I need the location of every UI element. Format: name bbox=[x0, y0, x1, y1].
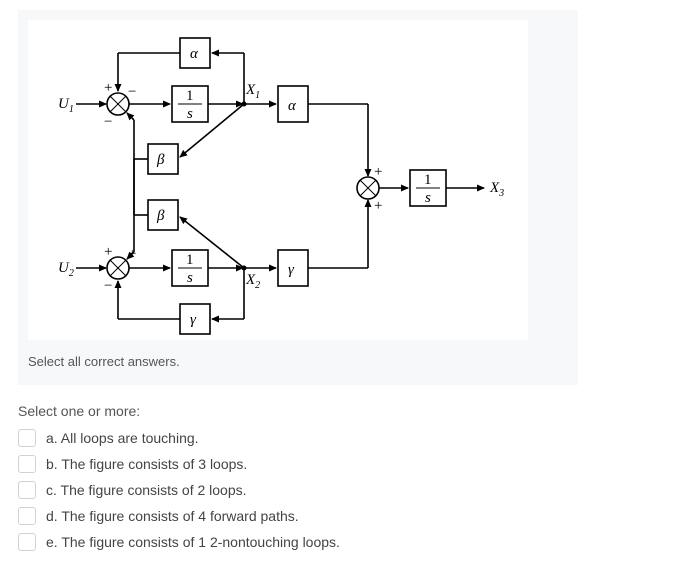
integrator2-den: s bbox=[187, 270, 193, 286]
label-x2: X2 bbox=[245, 272, 260, 291]
sign-plus: + bbox=[374, 164, 382, 180]
block-diagram: U1 + − − 1 s X1 α α bbox=[28, 20, 528, 340]
label-x3: X3 bbox=[489, 180, 504, 199]
label-u1: U1 bbox=[58, 96, 74, 115]
sign-plus: + bbox=[104, 244, 112, 260]
diagram-instruction: Select all correct answers. bbox=[28, 354, 568, 369]
alpha-forward-text: α bbox=[288, 98, 297, 114]
option-label: e. The figure consists of 1 2-nontouchin… bbox=[46, 534, 340, 550]
diagram-panel: U1 + − − 1 s X1 α α bbox=[18, 10, 578, 385]
alpha-feedback-text: α bbox=[190, 46, 199, 62]
option-a[interactable]: a. All loops are touching. bbox=[18, 429, 682, 447]
options-list: a. All loops are touching. b. The figure… bbox=[18, 429, 682, 551]
integrator3-num: 1 bbox=[424, 172, 432, 188]
option-e[interactable]: e. The figure consists of 1 2-nontouchin… bbox=[18, 533, 682, 551]
sign-plus: + bbox=[374, 198, 382, 214]
beta-top-text: β bbox=[156, 152, 165, 168]
sign-minus: − bbox=[104, 114, 112, 130]
option-d[interactable]: d. The figure consists of 4 forward path… bbox=[18, 507, 682, 525]
checkbox-icon[interactable] bbox=[18, 533, 36, 551]
label-x1: X1 bbox=[245, 82, 260, 101]
integrator1-den: s bbox=[187, 106, 193, 122]
option-label: d. The figure consists of 4 forward path… bbox=[46, 508, 299, 524]
sign-plus: + bbox=[104, 80, 112, 96]
sign-minus: − bbox=[128, 84, 136, 100]
beta-bottom-text: β bbox=[156, 208, 165, 224]
option-label: a. All loops are touching. bbox=[46, 430, 199, 446]
checkbox-icon[interactable] bbox=[18, 507, 36, 525]
checkbox-icon[interactable] bbox=[18, 429, 36, 447]
option-label: b. The figure consists of 3 loops. bbox=[46, 456, 247, 472]
option-c[interactable]: c. The figure consists of 2 loops. bbox=[18, 481, 682, 499]
integrator3-den: s bbox=[425, 190, 431, 206]
checkbox-icon[interactable] bbox=[18, 455, 36, 473]
sign-minus: − bbox=[104, 278, 112, 294]
integrator2-num: 1 bbox=[186, 252, 194, 268]
option-b[interactable]: b. The figure consists of 3 loops. bbox=[18, 455, 682, 473]
checkbox-icon[interactable] bbox=[18, 481, 36, 499]
label-u2: U2 bbox=[58, 260, 74, 279]
select-prompt: Select one or more: bbox=[18, 403, 682, 419]
option-label: c. The figure consists of 2 loops. bbox=[46, 482, 247, 498]
integrator1-num: 1 bbox=[186, 88, 194, 104]
